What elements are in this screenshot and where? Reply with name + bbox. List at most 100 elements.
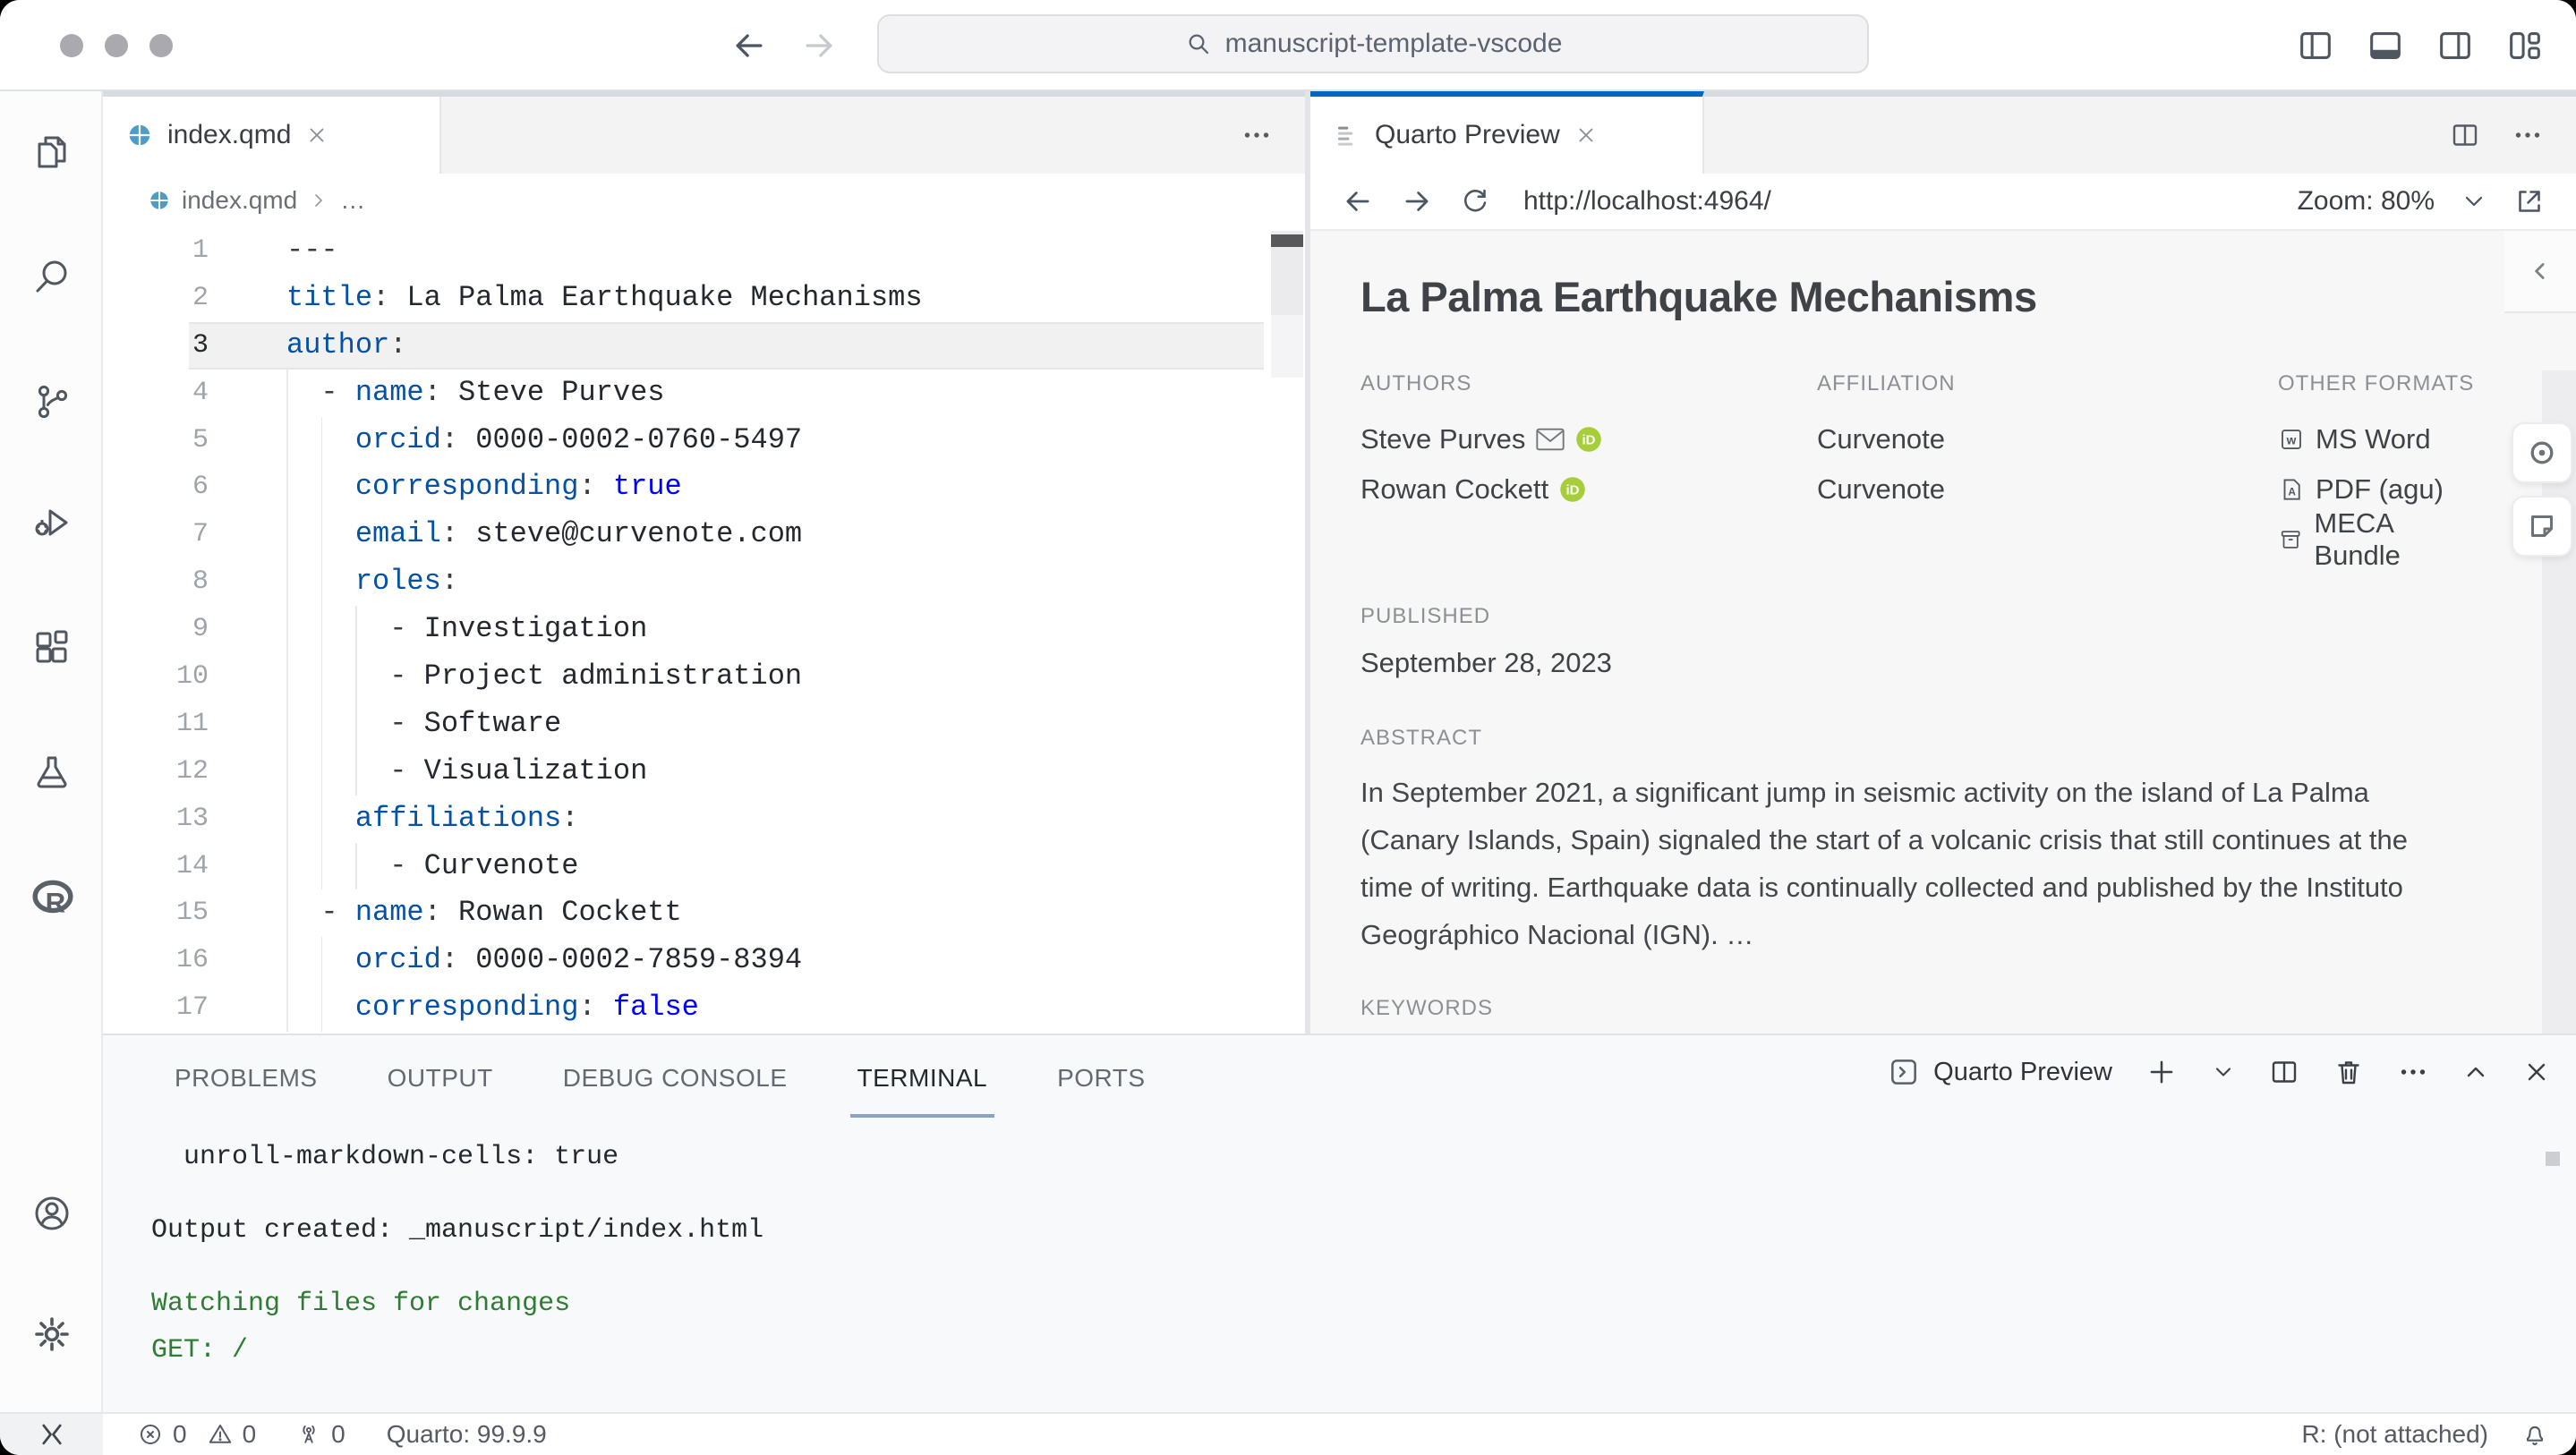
close-icon[interactable]: [2522, 1058, 2551, 1086]
sidebar-item-r-tools[interactable]: R: [30, 876, 75, 921]
tab-problems[interactable]: PROBLEMS: [175, 1064, 318, 1093]
code-line[interactable]: 15 - name: Rowan Cockett: [103, 889, 1305, 937]
customize-layout-button[interactable]: [2504, 25, 2546, 66]
code-line[interactable]: 3author:: [103, 322, 1305, 370]
back-icon[interactable]: [1341, 184, 1375, 218]
zoom-level[interactable]: Zoom: 80%: [2298, 186, 2435, 217]
sidebar-item-explorer[interactable]: [30, 131, 73, 174]
traffic-light-minimize-button[interactable]: [105, 34, 128, 57]
breadcrumb-file[interactable]: index.qmd: [182, 186, 297, 215]
collapse-toc-button[interactable]: [2504, 231, 2576, 313]
code-line[interactable]: 2title: La Palma Earthquake Mechanisms: [103, 275, 1305, 322]
tab-quarto-preview[interactable]: Quarto Preview: [1310, 91, 1704, 174]
abstract-text: In September 2021, a significant jump in…: [1361, 769, 2439, 958]
more-actions-kebab-icon[interactable]: [2512, 119, 2544, 151]
new-terminal-plus-icon[interactable]: [2145, 1055, 2179, 1089]
command-center-search[interactable]: manuscript-template-vscode: [877, 14, 1869, 73]
affiliation-value: Curvenote: [1817, 464, 2278, 515]
toggle-panel-button[interactable]: [2365, 25, 2406, 66]
preview-eye-button[interactable]: [2512, 422, 2572, 483]
problems-status-button[interactable]: 0 0: [137, 1420, 256, 1449]
search-icon: [30, 255, 73, 298]
search-icon: [1184, 30, 1213, 58]
code-line[interactable]: 12 - Visualization: [103, 748, 1305, 796]
code-line[interactable]: 9 - Investigation: [103, 606, 1305, 653]
more-actions-kebab-icon[interactable]: [1241, 119, 1273, 151]
terminal-scrollbar[interactable]: [2546, 1152, 2560, 1166]
sidebar-item-extensions[interactable]: [30, 626, 73, 669]
code-line[interactable]: 10 - Project administration: [103, 653, 1305, 701]
activity-bar: R: [0, 91, 103, 1412]
traffic-light-close-button[interactable]: [60, 34, 83, 57]
code-line[interactable]: 4 - name: Steve Purves: [103, 370, 1305, 417]
chevron-down-icon[interactable]: [2460, 187, 2488, 216]
preview-url-field[interactable]: http://localhost:4964/: [1523, 186, 1771, 217]
sidebar-item-source-control[interactable]: [30, 380, 73, 423]
remote-indicator-button[interactable]: [0, 1414, 103, 1455]
open-external-icon[interactable]: [2513, 185, 2546, 217]
code-line[interactable]: 8 roles:: [103, 558, 1305, 606]
tab-ports[interactable]: PORTS: [1057, 1064, 1145, 1093]
quarto-file-icon: [148, 189, 171, 212]
code-line[interactable]: 1---: [103, 227, 1305, 275]
code-line[interactable]: 17 corresponding: false: [103, 984, 1305, 1032]
format-link[interactable]: w MS Word: [2278, 414, 2478, 464]
code-editor[interactable]: 1---2title: La Palma Earthquake Mechanis…: [103, 227, 1305, 1034]
orcid-icon[interactable]: iD: [1575, 426, 1602, 453]
beaker-icon: [30, 751, 73, 794]
chevron-up-icon[interactable]: [2461, 1058, 2490, 1086]
sidebar-item-run-debug[interactable]: [30, 501, 73, 544]
bell-icon[interactable]: [2521, 1420, 2549, 1449]
quarto-version-button[interactable]: Quarto: 99.9.9: [387, 1420, 547, 1449]
terminal-line: unroll-markdown-cells: true: [151, 1134, 2522, 1180]
breadcrumb[interactable]: index.qmd …: [103, 174, 1305, 227]
ports-status-button[interactable]: 0: [295, 1420, 345, 1449]
line-number: 8: [103, 558, 237, 606]
sidebar-item-search[interactable]: [30, 255, 73, 298]
envelope-icon[interactable]: [1536, 428, 1565, 451]
chevron-right-icon: [308, 190, 329, 211]
tab-index-qmd[interactable]: index.qmd: [103, 97, 441, 174]
more-actions-kebab-icon[interactable]: [2397, 1056, 2429, 1088]
format-link[interactable]: MECA Bundle: [2278, 515, 2478, 565]
close-icon[interactable]: [305, 123, 328, 147]
chevron-down-icon[interactable]: [2211, 1059, 2236, 1085]
r-status-button[interactable]: R: (not attached): [2301, 1420, 2488, 1449]
split-editor-icon[interactable]: [2449, 119, 2481, 151]
tab-output[interactable]: OUTPUT: [388, 1064, 493, 1093]
code-line[interactable]: 6 corresponding: true: [103, 464, 1305, 511]
history-back-button[interactable]: [729, 26, 769, 65]
toggle-sidebar-button[interactable]: [2295, 25, 2336, 66]
code-line[interactable]: 14 - Curvenote: [103, 843, 1305, 890]
tab-debug-console[interactable]: DEBUG CONSOLE: [563, 1064, 788, 1093]
svg-text:iD: iD: [1566, 483, 1580, 498]
settings-button[interactable]: [30, 1313, 73, 1356]
code-text: - Project administration: [237, 653, 1305, 701]
terminal-output[interactable]: unroll-markdown-cells: trueOutput create…: [151, 1134, 2522, 1403]
code-line[interactable]: 11 - Software: [103, 701, 1305, 748]
code-line[interactable]: 5 orcid: 0000-0002-0760-5497: [103, 417, 1305, 464]
code-line[interactable]: 7 email: steve@curvenote.com: [103, 511, 1305, 558]
traffic-light-zoom-button[interactable]: [149, 34, 173, 57]
close-icon[interactable]: [1574, 123, 1598, 147]
trash-icon[interactable]: [2333, 1056, 2365, 1088]
history-forward-button[interactable]: [799, 26, 839, 65]
breadcrumb-more[interactable]: …: [340, 186, 365, 215]
code-line[interactable]: 16 orcid: 0000-0002-7859-8394: [103, 937, 1305, 984]
preview-note-button[interactable]: [2512, 496, 2572, 557]
code-text: - name: Rowan Cockett: [237, 889, 1305, 937]
orcid-icon[interactable]: iD: [1559, 476, 1586, 503]
tab-terminal[interactable]: TERMINAL: [857, 1064, 988, 1093]
split-terminal-icon[interactable]: [2268, 1056, 2300, 1088]
toggle-secondary-sidebar-button[interactable]: [2435, 25, 2476, 66]
code-line[interactable]: 13 affiliations:: [103, 796, 1305, 843]
authors-column: AUTHORS Steve Purves iD Rowan Cockett iD: [1361, 371, 1817, 565]
terminal-instance-selector[interactable]: Quarto Preview: [1887, 1055, 2112, 1089]
terminal-line: GET: /: [151, 1327, 2522, 1374]
error-count: 0: [173, 1420, 187, 1449]
line-number: 6: [103, 464, 237, 511]
account-button[interactable]: [30, 1192, 73, 1235]
sidebar-item-testing[interactable]: [30, 751, 73, 794]
reload-icon[interactable]: [1459, 185, 1491, 217]
forward-icon[interactable]: [1400, 184, 1434, 218]
